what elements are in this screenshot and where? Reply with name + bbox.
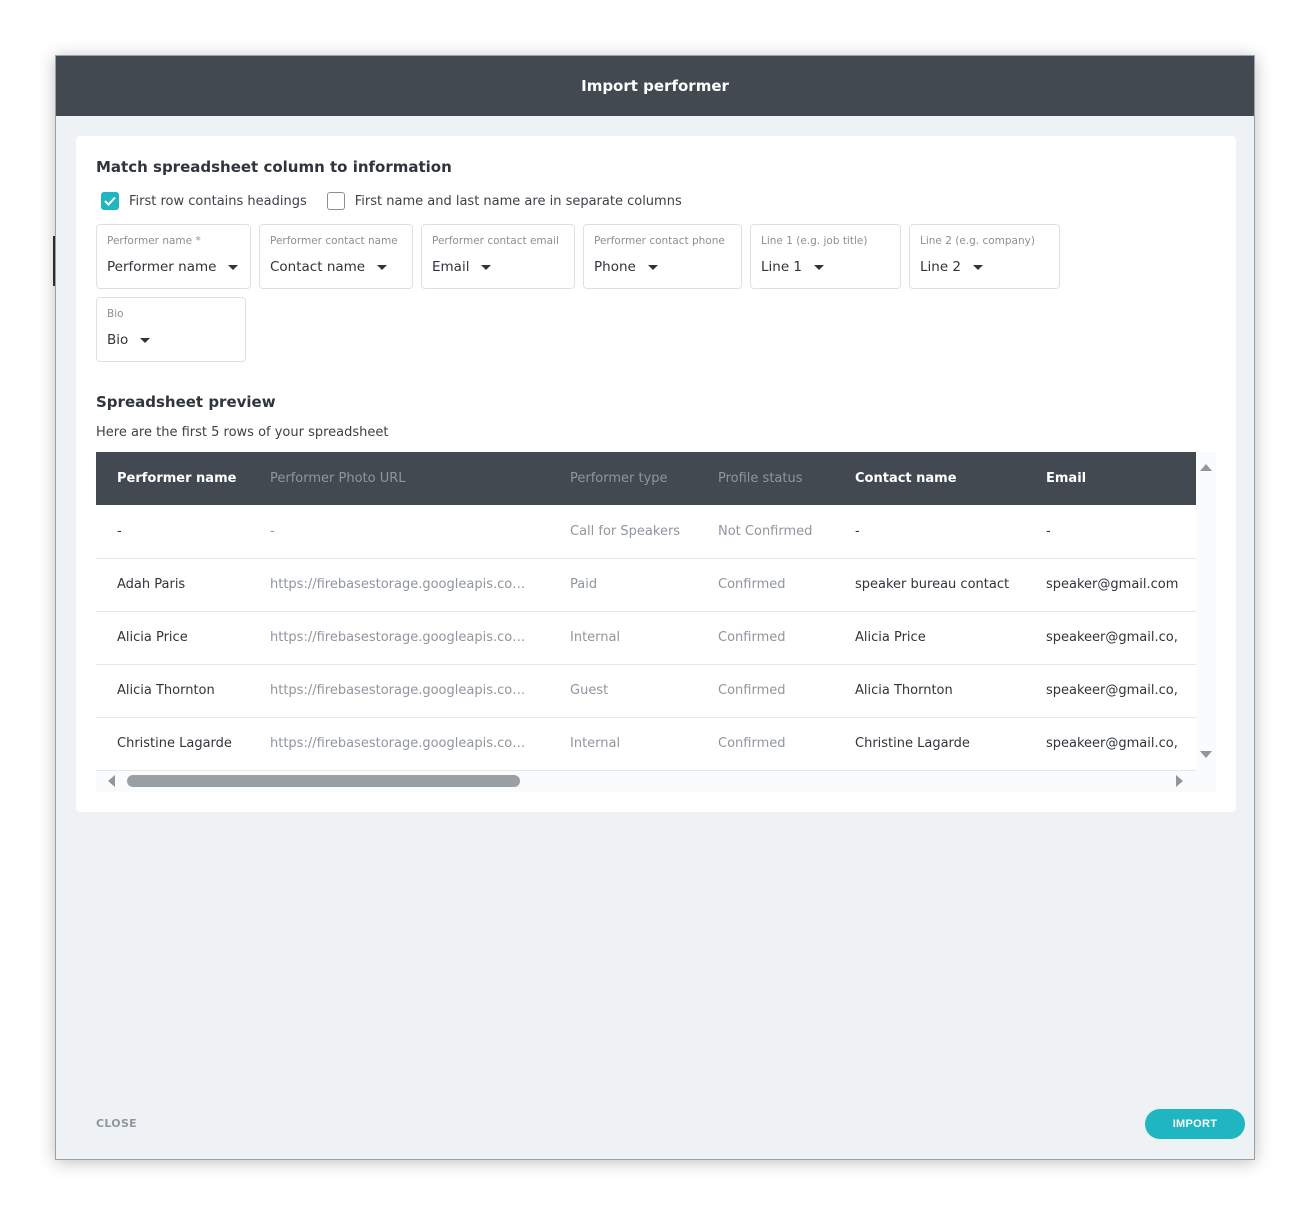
- table-cell: Alicia Thornton: [855, 683, 953, 698]
- field-value: Line 1: [761, 259, 803, 275]
- table-cell: -: [270, 523, 275, 539]
- field-label: Line 1 (e.g. job title): [761, 235, 868, 247]
- scroll-thumb[interactable]: [127, 775, 520, 787]
- field-value: Bio: [107, 332, 129, 348]
- import-button[interactable]: IMPORT: [1145, 1109, 1245, 1139]
- field-label: Bio: [107, 308, 124, 320]
- column-header: Performer Photo URL: [270, 471, 406, 486]
- first-row-headings-label[interactable]: First row contains headings: [129, 194, 307, 209]
- table-cell: Confirmed: [718, 577, 786, 592]
- field-value: Email: [432, 259, 470, 275]
- table-cell: -: [855, 523, 860, 539]
- table-cell: Christine Lagarde: [855, 736, 970, 751]
- table-cell: speakeer@gmail.co,: [1046, 683, 1178, 698]
- line1-select[interactable]: Line 1 (e.g. job title) Line 1: [750, 224, 901, 289]
- import-performer-modal: Import performer Match spreadsheet colum…: [55, 55, 1255, 1160]
- table-cell: Confirmed: [718, 683, 786, 698]
- table-cell: Paid: [570, 577, 598, 592]
- field-label: Performer contact email: [432, 235, 559, 247]
- table-cell: https://firebasestorage.googleapis.co…: [270, 736, 526, 751]
- caret-down-icon: [228, 264, 239, 270]
- table-cell: Internal: [570, 630, 621, 645]
- table-cell: Christine Lagarde: [117, 736, 232, 751]
- table-cell: -: [117, 523, 122, 539]
- modal-title: Import performer: [581, 77, 729, 95]
- table-row: Alicia Thornton https://firebasestorage.…: [96, 664, 1196, 717]
- caret-down-icon: [814, 264, 825, 270]
- table-cell: Confirmed: [718, 736, 786, 751]
- close-button[interactable]: CLOSE: [96, 1117, 137, 1130]
- table-header-row: Performer name Performer Photo URL Perfo…: [96, 452, 1196, 505]
- table-cell: Guest: [570, 683, 609, 698]
- contact-phone-select[interactable]: Performer contact phone Phone: [583, 224, 742, 289]
- separate-name-columns-label[interactable]: First name and last name are in separate…: [355, 194, 682, 209]
- bio-select[interactable]: Bio Bio: [96, 297, 246, 362]
- column-header: Performer name: [117, 471, 237, 486]
- spreadsheet-preview-table: Performer name Performer Photo URL Perfo…: [96, 452, 1216, 792]
- table-cell: https://firebasestorage.googleapis.co…: [270, 683, 526, 698]
- table-cell: speaker bureau contact: [855, 577, 1010, 592]
- caret-down-icon: [377, 264, 388, 270]
- table-row: - - Call for Speakers Not Confirmed - -: [96, 505, 1196, 558]
- table-cell: speakeer@gmail.co,: [1046, 630, 1178, 645]
- line2-select[interactable]: Line 2 (e.g. company) Line 2: [909, 224, 1060, 289]
- field-label: Performer contact phone: [594, 235, 725, 247]
- scroll-left-icon[interactable]: [108, 775, 115, 787]
- table-row: Alicia Price https://firebasestorage.goo…: [96, 611, 1196, 664]
- contact-email-select[interactable]: Performer contact email Email: [421, 224, 575, 289]
- table-cell: https://firebasestorage.googleapis.co…: [270, 577, 526, 592]
- contact-name-select[interactable]: Performer contact name Contact name: [259, 224, 413, 289]
- table-cell: speaker@gmail.com: [1046, 577, 1179, 592]
- table-cell: Alicia Price: [855, 630, 926, 645]
- match-section-title: Match spreadsheet column to information: [96, 158, 452, 176]
- field-label: Performer contact name: [270, 235, 398, 247]
- field-label: Performer name *: [107, 235, 201, 247]
- table-cell: speakeer@gmail.co,: [1046, 736, 1178, 751]
- check-icon: [104, 196, 116, 206]
- caret-down-icon: [481, 264, 492, 270]
- field-value: Line 2: [920, 259, 962, 275]
- first-row-headings-checkbox[interactable]: [101, 192, 119, 210]
- field-value: Phone: [594, 259, 636, 275]
- table-cell: https://firebasestorage.googleapis.co…: [270, 630, 526, 645]
- preview-subtitle: Here are the first 5 rows of your spread…: [96, 425, 389, 440]
- caret-down-icon: [973, 264, 984, 270]
- column-header: Performer type: [570, 471, 668, 486]
- table-cell: Call for Speakers: [570, 523, 681, 539]
- import-card: Match spreadsheet column to information …: [76, 136, 1236, 812]
- options-row: First row contains headings First name a…: [101, 192, 702, 210]
- caret-down-icon: [140, 337, 151, 343]
- table-cell: Alicia Price: [117, 630, 188, 645]
- column-header: Profile status: [718, 471, 803, 486]
- table-row: Christine Lagarde https://firebasestorag…: [96, 717, 1196, 770]
- column-header: Contact name: [855, 471, 957, 486]
- table-cell: Alicia Thornton: [117, 683, 215, 698]
- vertical-scrollbar[interactable]: [1196, 452, 1216, 771]
- preview-section-title: Spreadsheet preview: [96, 393, 276, 411]
- field-value: Performer name: [107, 259, 217, 275]
- field-label: Line 2 (e.g. company): [920, 235, 1035, 247]
- performer-name-select[interactable]: Performer name * Performer name: [96, 224, 251, 289]
- table-cell: Confirmed: [718, 630, 786, 645]
- modal-header: Import performer: [56, 56, 1254, 116]
- horizontal-scrollbar[interactable]: [96, 771, 1196, 792]
- column-header: Email: [1046, 471, 1087, 486]
- table-cell: Internal: [570, 736, 621, 751]
- separate-name-columns-checkbox[interactable]: [326, 192, 345, 210]
- caret-down-icon: [647, 264, 658, 270]
- table-row: Adah Paris https://firebasestorage.googl…: [96, 558, 1196, 611]
- scroll-up-icon[interactable]: [1200, 464, 1212, 471]
- column-mapping-fields: Performer name * Performer name Performe…: [96, 224, 1066, 362]
- table-cell: Adah Paris: [117, 577, 186, 592]
- scroll-down-icon[interactable]: [1200, 751, 1212, 758]
- table-cell: Not Confirmed: [718, 523, 813, 539]
- table-cell: -: [1046, 523, 1051, 539]
- field-value: Contact name: [270, 259, 366, 275]
- scroll-right-icon[interactable]: [1176, 775, 1183, 787]
